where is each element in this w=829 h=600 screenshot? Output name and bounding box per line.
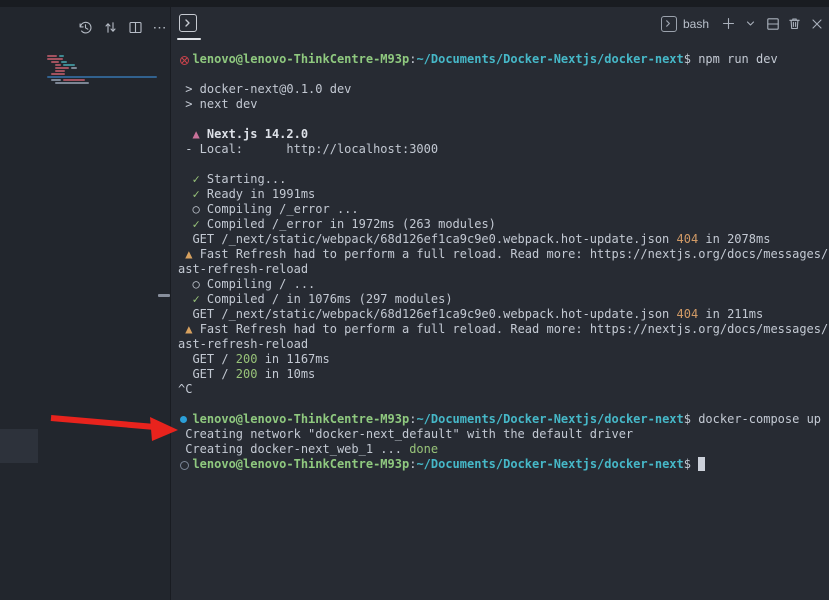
terminal-line: ○ Compiling /_error ... [178,202,829,217]
terminal-line: ast-refresh-reload [178,262,829,277]
terminal-line: GET /_next/static/webpack/68d126ef1ca9c9… [178,307,829,322]
terminal-panel-tab[interactable] [179,13,209,37]
sidebar-highlight-block [0,429,38,463]
terminal-output[interactable]: lenovo@lenovo-ThinkCentre-M93p:~/Documen… [178,52,829,600]
command-decoration-err-icon[interactable] [180,56,189,65]
more-actions-glyph: ⋯ [153,18,168,36]
terminal-line [178,67,829,82]
editor-pane: ⋯ [0,7,170,600]
minimap-line [71,67,77,69]
terminal-line: GET /_next/static/webpack/68d126ef1ca9c9… [178,232,829,247]
terminal-line: Creating network "docker-next_default" w… [178,427,829,442]
terminal-line: ▲ Fast Refresh had to perform a full rel… [178,247,829,262]
minimap-line [51,79,61,81]
terminal-line: - Local: http://localhost:3000 [178,142,829,157]
minimap-line [51,73,65,75]
terminal-line: lenovo@lenovo-ThinkCentre-M93p:~/Documen… [178,52,829,67]
terminal-line: GET / 200 in 10ms [178,367,829,382]
minimap-line [61,61,67,63]
history-icon[interactable] [76,18,94,36]
terminal-line: ○ Compiling / ... [178,277,829,292]
active-tab-underline [177,38,201,40]
terminal-line: GET / 200 in 1167ms [178,352,829,367]
new-terminal-icon[interactable] [720,15,737,32]
chevron-down-icon[interactable] [742,15,759,32]
command-decoration-idle-icon[interactable] [180,461,189,470]
terminal-line: ✓ Compiled / in 1076ms (297 modules) [178,292,829,307]
minimap-line [55,67,69,69]
terminal-line: > next dev [178,97,829,112]
minimap-line [55,70,65,72]
close-panel-icon[interactable] [808,15,825,32]
minimap-line [47,76,157,78]
terminal-line: ✓ Compiled /_error in 1972ms (263 module… [178,217,829,232]
more-actions-icon[interactable]: ⋯ [151,18,169,36]
minimap-line [51,61,59,63]
terminal-line: ✓ Starting... [178,172,829,187]
terminal-pane: bash lenovo@lenovo-ThinkCentre-M93p:~/Do… [171,7,829,600]
terminal-line: ^C [178,382,829,397]
compare-changes-icon[interactable] [101,18,119,36]
terminal-line: > docker-next@0.1.0 dev [178,82,829,97]
terminal-line: ▲ Fast Refresh had to perform a full rel… [178,322,829,337]
terminal-line: ast-refresh-reload [178,337,829,352]
split-terminal-icon[interactable] [764,15,781,32]
minimap-line [63,64,75,66]
minimap-line [59,55,64,57]
minimap-line [47,55,57,57]
command-decoration-ok-icon[interactable] [180,416,187,423]
terminal-line: ▲ Next.js 14.2.0 [178,127,829,142]
terminal-line: lenovo@lenovo-ThinkCentre-M93p:~/Documen… [178,412,829,427]
kill-terminal-icon[interactable] [786,15,803,32]
editor-toolbar: ⋯ [76,18,169,36]
terminal-instance-icon[interactable] [661,16,677,32]
terminal-line: Creating docker-next_web_1 ... done [178,442,829,457]
minimap-line [55,82,89,84]
terminal-instance-label[interactable]: bash [683,17,709,31]
terminal-icon [179,14,197,32]
minimap[interactable] [47,55,159,89]
terminal-line: lenovo@lenovo-ThinkCentre-M93p:~/Documen… [178,457,829,472]
terminal-actions-toolbar: bash [661,15,825,32]
terminal-line [178,112,829,127]
terminal-line [178,157,829,172]
minimap-line [47,58,63,60]
top-strip [0,0,829,7]
scrollbar-thumb[interactable] [158,294,170,297]
split-editor-icon[interactable] [126,18,144,36]
minimap-line [63,79,85,81]
terminal-line [178,397,829,412]
minimap-line [55,64,61,66]
terminal-line: ✓ Ready in 1991ms [178,187,829,202]
